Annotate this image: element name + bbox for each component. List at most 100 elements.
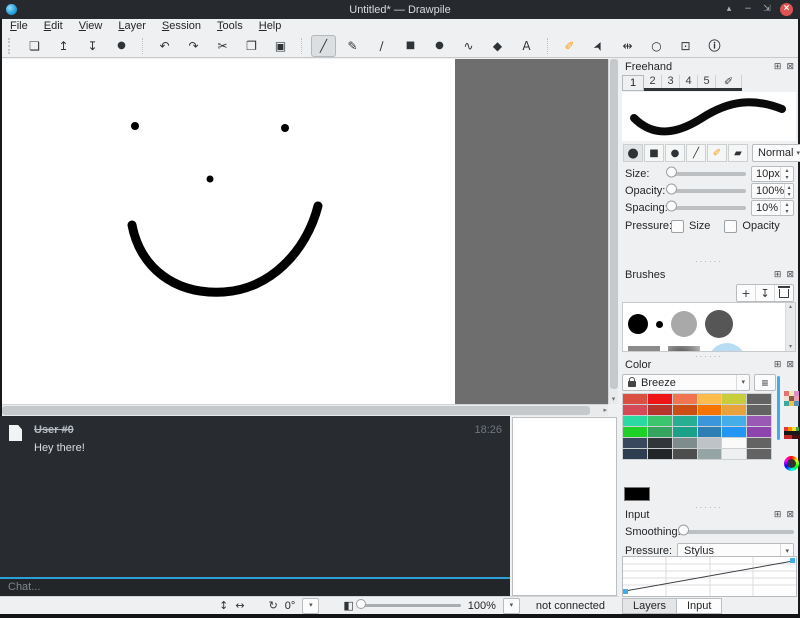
eraser-tool-icon[interactable]: ✎ [340, 35, 365, 57]
colorpicker-tool-icon[interactable]: ✐ [557, 35, 582, 57]
import-brush-button[interactable]: ↧ [756, 285, 775, 301]
pressure-size-checkbox[interactable] [671, 220, 684, 233]
brush-slot-tab-4[interactable]: 4 [680, 75, 698, 88]
palette-swatch[interactable] [698, 394, 722, 404]
palette-swatch[interactable] [648, 438, 672, 448]
spin-down-icon[interactable]: ▾ [781, 174, 793, 181]
brush-sample[interactable] [704, 305, 734, 343]
eraser-toggle-icon[interactable]: ▰ [728, 144, 748, 162]
flip-vertical-button[interactable]: ↕ [219, 600, 228, 611]
undo-icon[interactable]: ↶ [152, 35, 177, 57]
menu-help[interactable]: Help [251, 19, 290, 34]
smoothing-slider[interactable] [683, 524, 794, 540]
size-slider[interactable] [671, 166, 746, 182]
opacity-slider[interactable] [671, 183, 746, 199]
toolbar-drag-handle[interactable] [8, 38, 14, 54]
palette-swatch[interactable] [698, 405, 722, 415]
close-panel-icon[interactable]: ⊠ [786, 271, 794, 280]
spin-up-icon[interactable]: ▴ [781, 201, 793, 208]
redo-icon[interactable]: ↷ [181, 35, 206, 57]
rotation-dropdown-button[interactable]: ▾ [302, 598, 319, 614]
brush-sample[interactable] [667, 343, 701, 352]
save-icon[interactable]: ↧ [80, 35, 105, 57]
zoom-tool-icon[interactable]: ⊡ [673, 35, 698, 57]
brush-sample[interactable] [627, 305, 649, 343]
rotation-reset-icon[interactable]: ↻ [269, 600, 278, 611]
palette-swatch[interactable] [747, 449, 771, 459]
brush-sample[interactable] [655, 305, 664, 343]
pixel-brush-button[interactable]: ╱ [686, 144, 706, 162]
opacity-spinbox[interactable]: 100% ▴▾ [751, 183, 794, 199]
palette-swatch[interactable] [648, 449, 672, 459]
palette-swatch[interactable] [623, 416, 647, 426]
scroll-right-icon[interactable]: ▸ [603, 407, 607, 414]
flip-horizontal-button[interactable]: ↔ [235, 600, 244, 611]
menu-view[interactable]: View [71, 19, 111, 34]
palette-swatch[interactable] [648, 416, 672, 426]
canvas-area[interactable] [2, 59, 608, 404]
float-panel-icon[interactable]: ⊞ [774, 63, 782, 72]
sliders-view-tab[interactable] [784, 427, 799, 443]
bezier-tool-icon[interactable]: ∿ [456, 35, 481, 57]
brush-slot-tab-3[interactable]: 3 [662, 75, 680, 88]
delete-brush-button[interactable] [775, 285, 793, 301]
palette-swatch[interactable] [673, 438, 697, 448]
ellipse-tool-icon[interactable]: ● [427, 35, 452, 57]
brush-sample[interactable] [627, 343, 661, 352]
zoom-slider-handle[interactable] [356, 599, 366, 609]
brush-sample[interactable] [670, 305, 698, 343]
palette-swatch[interactable] [747, 438, 771, 448]
palette-swatch[interactable] [722, 394, 746, 404]
palette-swatch[interactable] [623, 405, 647, 415]
palette-swatch[interactable] [722, 405, 746, 415]
menu-file[interactable]: File [2, 19, 36, 34]
palette-swatch[interactable] [722, 438, 746, 448]
hard-brush-button[interactable]: ● [623, 144, 643, 162]
minimize-button[interactable]: − [742, 5, 754, 14]
palette-swatch[interactable] [623, 438, 647, 448]
scroll-down-icon[interactable]: ▾ [786, 344, 795, 350]
tab-layers[interactable]: Layers [622, 598, 677, 614]
size-spinbox[interactable]: 10px ▴▾ [751, 166, 794, 182]
zoom-dropdown-button[interactable]: ▾ [503, 598, 520, 614]
size-slider-handle[interactable] [666, 167, 677, 178]
menu-edit[interactable]: Edit [36, 19, 71, 34]
brush-slot-tab-5[interactable]: 5 [698, 75, 716, 88]
annotation-tool-icon[interactable]: A [514, 35, 539, 57]
brush-list[interactable]: ▴ ▾ [622, 302, 796, 352]
palette-swatch[interactable] [722, 427, 746, 437]
chat-input[interactable]: Chat... [0, 577, 510, 596]
add-brush-button[interactable]: + [737, 285, 756, 301]
fill-tool-icon[interactable]: ◆ [485, 35, 510, 57]
palette-swatch[interactable] [673, 427, 697, 437]
close-panel-icon[interactable]: ⊠ [786, 511, 794, 520]
palette-select[interactable]: Breeze ▾ [622, 374, 750, 391]
spin-up-icon[interactable]: ▴ [781, 167, 793, 174]
eraser-slot-tab[interactable]: ✐ [716, 75, 742, 88]
wheel-view-tab[interactable] [784, 456, 799, 474]
selection-tool-icon[interactable]: ➤ [583, 30, 614, 62]
shade-button[interactable]: ▴ [723, 5, 735, 14]
paste-icon[interactable]: ▣ [268, 35, 293, 57]
spin-down-icon[interactable]: ▾ [781, 208, 793, 215]
palette-swatch[interactable] [673, 449, 697, 459]
palette-swatch[interactable] [722, 416, 746, 426]
canvas-vertical-scrollbar[interactable]: ▾ [608, 59, 618, 404]
palette-swatch[interactable] [698, 427, 722, 437]
palette-swatch[interactable] [673, 394, 697, 404]
restore-button[interactable]: ⇲ [761, 5, 773, 14]
smoothing-slider-handle[interactable] [678, 525, 689, 536]
record-icon[interactable]: ● [109, 35, 134, 57]
line-tool-icon[interactable]: ∕ [369, 35, 394, 57]
palette-menu-button[interactable]: ≡ [754, 374, 776, 391]
colorpick-toggle-icon[interactable]: ✐ [707, 144, 727, 162]
soft-brush-button[interactable]: ● [665, 144, 685, 162]
panel-splitter[interactable] [620, 259, 798, 265]
spin-down-icon[interactable]: ▾ [785, 191, 793, 198]
palette-swatch[interactable] [698, 449, 722, 459]
palette-swatch[interactable] [722, 449, 746, 459]
freehand-tool-icon[interactable]: ╱ [311, 35, 336, 57]
blend-mode-select[interactable]: Normal ▾ [752, 144, 800, 162]
float-panel-icon[interactable]: ⊞ [774, 361, 782, 370]
float-panel-icon[interactable]: ⊞ [774, 271, 782, 280]
